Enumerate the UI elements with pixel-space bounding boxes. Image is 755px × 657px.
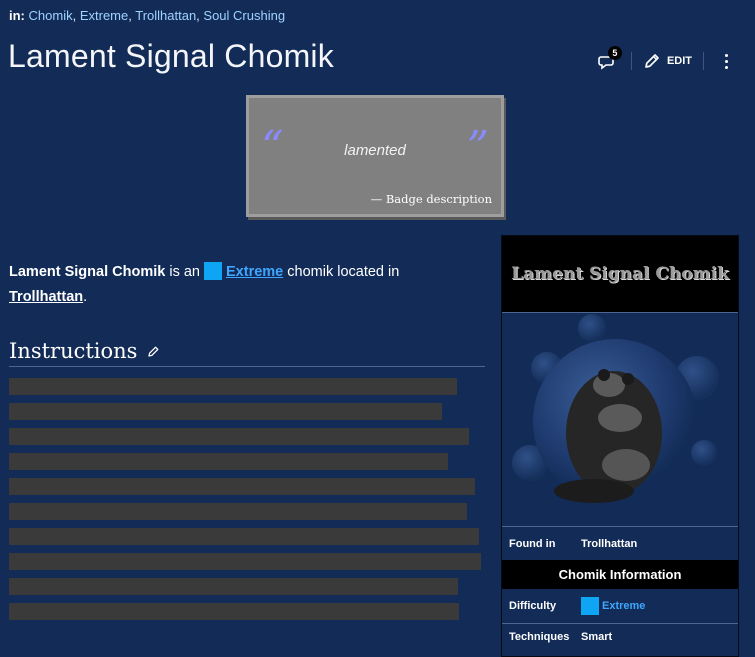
redacted-line <box>9 478 475 495</box>
difficulty-value[interactable]: Extreme <box>581 597 645 615</box>
instructions-title: Instructions <box>9 339 138 363</box>
redacted-line <box>9 578 458 595</box>
infobox-title: Lament Signal Chomik <box>502 236 738 313</box>
category-breadcrumb: in: Chomik, Extreme, Trollhattan, Soul C… <box>9 8 286 23</box>
categories-prefix: in: <box>9 8 25 23</box>
pencil-icon <box>645 54 659 68</box>
category-link-trollhattan[interactable]: Trollhattan <box>135 8 196 23</box>
infobox-row-techniques: Techniques Smart <box>502 624 738 654</box>
comment-count-badge: 5 <box>607 46 622 60</box>
more-vertical-icon[interactable] <box>719 50 733 72</box>
page-title: Lament Signal Chomik <box>8 38 334 74</box>
quote-text: lamented <box>344 142 406 159</box>
quote-citation: — Badge description <box>370 192 492 206</box>
actions-divider <box>703 52 704 70</box>
page-actions: 5 EDIT <box>598 46 733 72</box>
category-link-soul-crushing[interactable]: Soul Crushing <box>203 8 285 23</box>
intro-text: chomik located in <box>283 264 400 280</box>
infobox-row-difficulty: Difficulty Extreme <box>502 589 738 624</box>
intro-paragraph: Lament Signal Chomik is an Extreme chomi… <box>9 260 479 310</box>
redacted-line <box>9 428 469 445</box>
techniques-label: Techniques <box>509 631 570 643</box>
intro-page-name: Lament Signal Chomik <box>9 264 166 280</box>
intro-text: . <box>83 289 88 305</box>
techniques-value: Smart <box>581 631 613 643</box>
found-in-value: Trollhattan <box>581 537 638 550</box>
redacted-line <box>9 403 442 420</box>
redacted-line <box>9 528 479 545</box>
location-link[interactable]: Trollhattan <box>9 289 83 305</box>
edit-label: EDIT <box>666 55 692 67</box>
actions-divider <box>630 52 632 70</box>
category-link-chomik[interactable]: Chomik <box>29 8 73 23</box>
difficulty-label: Difficulty <box>509 600 557 612</box>
redacted-line <box>9 503 467 520</box>
redacted-instructions <box>9 378 481 628</box>
difficulty-link[interactable]: Extreme <box>226 264 283 280</box>
redacted-line <box>9 453 448 470</box>
infobox-row-found-in: Found in Trollhattan <box>502 527 738 560</box>
difficulty-swatch <box>581 597 599 615</box>
found-in-label: Found in <box>509 537 556 550</box>
difficulty-swatch <box>204 262 222 280</box>
edit-button[interactable]: EDIT <box>643 52 692 70</box>
redacted-line <box>9 553 481 570</box>
instructions-heading: Instructions <box>9 336 485 367</box>
comments-button[interactable]: 5 <box>598 46 622 72</box>
redacted-line <box>9 378 457 395</box>
badge-quote-box: “ ” lamented — Badge description <box>246 95 504 217</box>
infobox: Lament Signal Chomik Found in Trollhatta… <box>501 235 739 657</box>
category-link-extreme[interactable]: Extreme <box>80 8 128 23</box>
redacted-line <box>9 603 459 620</box>
intro-text: is an <box>165 264 204 280</box>
chomik-image <box>502 313 738 527</box>
infobox-section-header: Chomik Information <box>502 560 738 589</box>
edit-section-pencil-icon[interactable] <box>147 345 160 363</box>
difficulty-value-text: Extreme <box>602 600 646 612</box>
